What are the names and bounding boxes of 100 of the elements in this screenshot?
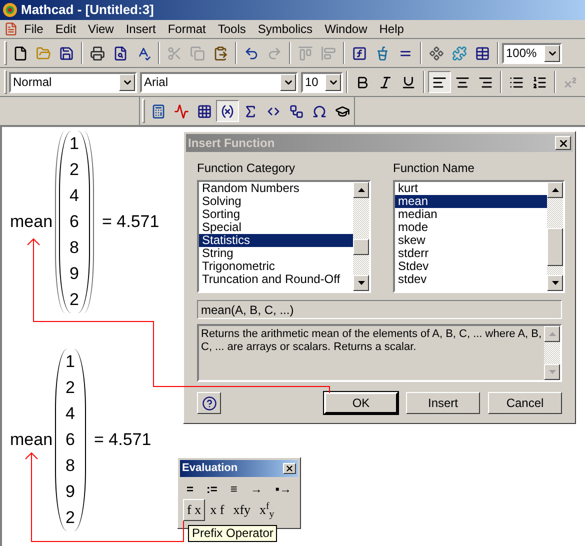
new-file-icon (13, 46, 28, 60)
result: = 4.571 (102, 211, 160, 234)
underline-icon (401, 74, 416, 90)
numbered-list-icon (532, 74, 547, 90)
list-item[interactable]: mode (395, 221, 547, 234)
dropdown-button[interactable] (544, 44, 560, 62)
dropdown-button[interactable] (280, 74, 296, 90)
scroll-up-button[interactable] (547, 182, 563, 198)
list-item[interactable]: stderr (395, 247, 547, 260)
menu-item[interactable]: Window (318, 20, 374, 38)
align-left-button[interactable] (428, 71, 451, 93)
style-combo-value: Normal (12, 74, 53, 91)
list-item[interactable]: Random Numbers (199, 182, 353, 195)
bold-icon (355, 74, 370, 90)
menu-item[interactable]: View (82, 20, 120, 38)
list-item[interactable]: Trigonometric (199, 260, 353, 273)
list-item[interactable]: String (199, 247, 353, 260)
font-combo[interactable]: Arial (140, 72, 298, 92)
signature-text: mean(A, B, C, ...) (201, 302, 294, 318)
result: = 4.571 (94, 429, 152, 452)
graduation-cap-icon (335, 104, 350, 118)
vector-element: 9 (70, 263, 79, 285)
operator-style-button[interactable]: x f (206, 499, 228, 521)
palette-title: Evaluation (182, 461, 238, 476)
list-item[interactable]: Statistics (199, 234, 353, 247)
style-combo[interactable]: Normal (9, 72, 137, 92)
printer-icon (90, 46, 105, 60)
operator-button[interactable]: := (202, 479, 222, 498)
document-icon[interactable] (4, 22, 18, 36)
up-arrow-icon (358, 188, 364, 192)
font-size-combo[interactable]: 10 (301, 72, 343, 92)
dropdown-button[interactable] (119, 74, 135, 90)
list-item[interactable]: stdev (395, 273, 547, 286)
description-text: Returns the arithmetic mean of the elements of A, B, C, ... where A, B, C, ... are arrays or scalars. Returns a scalar. (200, 327, 543, 355)
list-item[interactable]: kurt (395, 182, 547, 195)
scissors-icon (167, 46, 182, 60)
vector-element: 1 (66, 351, 75, 373)
operator-button[interactable]: → (246, 479, 266, 498)
list-item[interactable]: skew (395, 234, 547, 247)
vector-element: 1 (70, 133, 79, 155)
dialog-button[interactable]: Cancel (488, 392, 562, 414)
variable-button[interactable] (216, 100, 239, 122)
align-left-icon (432, 74, 447, 90)
function-icon (352, 46, 367, 60)
variable-icon (220, 104, 235, 118)
vector-element: 2 (70, 289, 79, 311)
undo-icon (244, 46, 259, 60)
list-item[interactable]: Solving (199, 195, 353, 208)
list-item[interactable]: Sorting (199, 208, 353, 221)
down-arrow-icon (552, 281, 558, 285)
paste-icon (213, 46, 228, 60)
menu-item[interactable]: Symbolics (252, 20, 319, 38)
list-item[interactable]: mean (395, 195, 547, 208)
copy-icon (190, 46, 205, 60)
operator-button[interactable]: ≡ (226, 479, 242, 498)
vector-element: 6 (66, 429, 75, 451)
dialog-button[interactable]: Insert (406, 392, 480, 414)
scroll-up-button[interactable] (353, 182, 369, 198)
calculator-icon (151, 104, 166, 118)
close-button[interactable] (283, 463, 296, 474)
close-button[interactable] (555, 136, 571, 150)
align-down-icon (321, 46, 336, 60)
scroll-down-button[interactable] (547, 275, 563, 291)
list-item[interactable]: Truncation and Round-Off (199, 273, 353, 286)
operator-style-button[interactable]: f x (183, 499, 206, 521)
scroll-down-button[interactable] (544, 364, 560, 380)
calculus-icon (243, 104, 258, 118)
category-label: Function Category (197, 160, 296, 177)
help-icon (202, 396, 216, 410)
open-folder-icon (36, 46, 51, 60)
dialog-title: Insert Function (188, 135, 275, 152)
dropdown-button[interactable] (325, 74, 341, 90)
align-right-icon (478, 74, 493, 90)
list-item[interactable]: median (395, 208, 547, 221)
align-across-icon (298, 46, 313, 60)
scroll-thumb[interactable] (547, 228, 563, 266)
menu-item[interactable]: Help (373, 20, 410, 38)
help-button[interactable] (197, 392, 221, 414)
operator-button[interactable]: ▪→ (271, 479, 296, 498)
operator-style-button[interactable]: xfy (229, 499, 255, 521)
graph-icon (174, 104, 189, 118)
window-title: Mathcad - [Untitled:3] (21, 1, 154, 20)
scroll-thumb[interactable] (353, 239, 369, 255)
font-combo-value: Arial (143, 74, 170, 91)
operator-button[interactable]: = (182, 479, 198, 498)
scroll-up-button[interactable] (544, 326, 560, 342)
list-item[interactable]: Special (199, 221, 353, 234)
menu-item[interactable]: Tools (212, 20, 252, 38)
menu-item[interactable]: Insert (120, 20, 162, 38)
scroll-down-button[interactable] (353, 275, 369, 291)
vector-element: 9 (66, 481, 75, 503)
menu-item[interactable]: Format (162, 20, 212, 38)
up-arrow-icon (552, 188, 558, 192)
menu-item[interactable]: Edit (49, 20, 82, 38)
menu-item[interactable]: File (18, 20, 50, 38)
zoom-combo[interactable]: 100% (502, 42, 562, 64)
dialog-button[interactable]: OK (324, 392, 398, 414)
list-item[interactable]: Stdev (395, 260, 547, 273)
vector-element: 4 (66, 403, 75, 425)
matrix-icon (197, 104, 212, 118)
